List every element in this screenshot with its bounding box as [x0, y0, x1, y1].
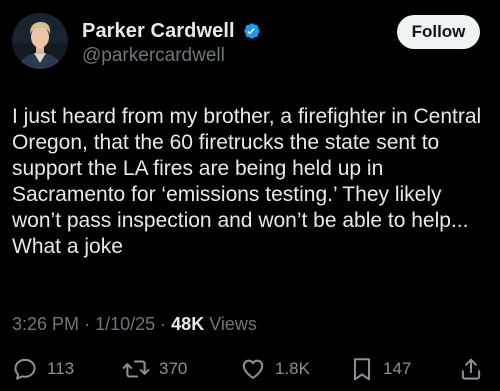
verified-badge-icon[interactable] — [241, 21, 261, 41]
bookmark-count: 147 — [383, 359, 412, 378]
tweet-time[interactable]: 3:26 PM — [12, 314, 79, 334]
retweet-icon — [122, 360, 150, 378]
display-name[interactable]: Parker Cardwell — [82, 20, 235, 43]
reply-count: 113 — [47, 359, 75, 378]
retweet-count: 370 — [159, 359, 188, 378]
reply-icon — [14, 358, 36, 380]
like-button[interactable]: 1.8K — [240, 354, 310, 384]
like-count: 1.8K — [275, 359, 310, 378]
reply-button[interactable]: 113 — [12, 354, 74, 384]
meta-separator: · — [84, 314, 91, 334]
follow-button[interactable]: Follow — [397, 15, 480, 49]
tweet-text: I just heard from my brother, a firefigh… — [12, 105, 482, 258]
tweet-meta: 3:26 PM · 1/10/25 · 48K Views — [12, 312, 257, 336]
action-bar: 113 370 1.8K 147 — [0, 354, 500, 384]
bookmark-button[interactable]: 147 — [350, 354, 411, 384]
avatar[interactable] — [12, 13, 68, 69]
avatar-image — [12, 13, 68, 69]
retweet-button[interactable]: 370 — [122, 354, 187, 384]
tweet-date[interactable]: 1/10/25 — [95, 314, 155, 334]
views-label: Views — [209, 314, 257, 334]
bookmark-icon — [353, 358, 371, 381]
meta-separator: · — [160, 314, 167, 334]
author-info[interactable]: Parker Cardwell @parkercardwell — [82, 18, 261, 68]
share-icon — [461, 358, 481, 380]
name-row: Parker Cardwell — [82, 18, 261, 44]
handle[interactable]: @parkercardwell — [82, 44, 261, 68]
tweet-card: Parker Cardwell @parkercardwell Follow I… — [0, 0, 500, 391]
views-count[interactable]: 48K — [171, 314, 204, 334]
heart-icon — [242, 359, 264, 379]
share-button[interactable] — [458, 354, 484, 384]
